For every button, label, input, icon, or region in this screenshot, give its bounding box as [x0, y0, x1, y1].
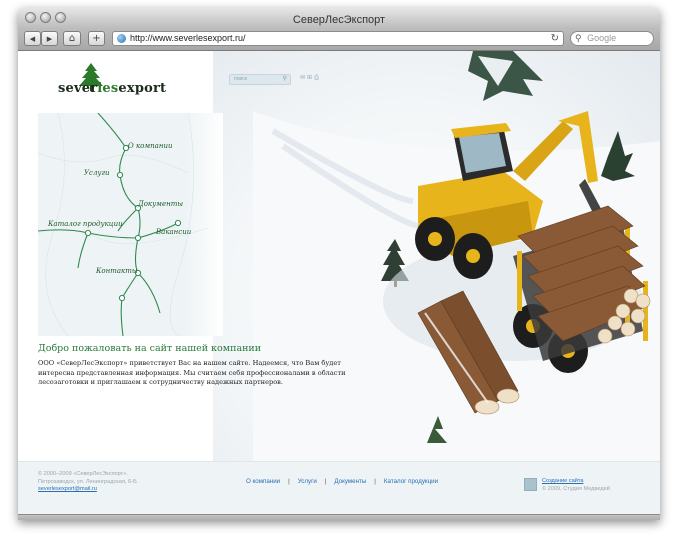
page-content: severlesexport поиск ⚲ ✉⊞⎙ О компании Ус… [18, 51, 660, 514]
status-bar [18, 514, 660, 520]
add-bookmark-button[interactable]: + [88, 31, 105, 46]
page-footer: © 2000–2009 «СеверЛесЭкспорт». Петрозаво… [18, 461, 660, 514]
map-link-services[interactable]: Услуги [84, 169, 110, 177]
footer-address: Петрозаводск, ул. Ленинградская, 6-Б [38, 478, 137, 485]
fir-tree-top [468, 51, 543, 101]
close-window-button[interactable] [25, 12, 36, 23]
footer-separator: | [288, 478, 290, 485]
logo-part-sever: sever [58, 81, 98, 96]
window-title: СеверЛесЭкспорт [292, 14, 386, 26]
sitemap-icon[interactable]: ⊞ [307, 74, 314, 81]
back-arrow-icon: ◀ [29, 35, 36, 43]
title-bar: СеверЛесЭкспорт [18, 8, 660, 28]
studio-credit: Создание сайта © 2009, Студия Медведей [542, 478, 610, 493]
footer-separator: | [374, 478, 376, 485]
browser-window: СеверЛесЭкспорт ◀ ▶ ⌂ + http://www.sever… [18, 8, 660, 520]
footer-link-documents[interactable]: Документы [334, 478, 366, 485]
home-icon: ⌂ [68, 33, 76, 44]
site-search-input[interactable]: поиск ⚲ [229, 74, 291, 85]
forward-button[interactable]: ▶ [41, 31, 58, 46]
logo-part-export: export [118, 81, 167, 96]
browser-toolbar: ◀ ▶ ⌂ + http://www.severlesexport.ru/ ↻ … [18, 28, 660, 51]
site-search-icon[interactable]: ⚲ [283, 75, 287, 84]
minimize-window-button[interactable] [40, 12, 51, 23]
browser-search-placeholder: Google [587, 33, 617, 43]
map-link-contacts[interactable]: Контакты [96, 267, 138, 275]
studio-link[interactable]: Создание сайта [542, 478, 610, 486]
search-icon: ⚲ [575, 33, 582, 43]
mail-icon[interactable]: ✉ [300, 74, 307, 81]
map-link-about[interactable]: О компании [128, 142, 172, 150]
studio-logo-icon[interactable] [524, 478, 537, 491]
site-tool-icons: ✉⊞⎙ [300, 74, 321, 82]
footer-nav: О компании | Услуги | Документы | Каталог прод… [246, 478, 438, 485]
hero-harvester-image [213, 51, 660, 461]
map-link-catalog[interactable]: Каталог продукции [48, 220, 123, 228]
harvester-illustration [253, 51, 660, 461]
back-button[interactable]: ◀ [24, 31, 41, 46]
url-text: http://www.severlesexport.ru/ [130, 33, 246, 43]
zoom-window-button[interactable] [55, 12, 66, 23]
welcome-heading: Добро пожаловать на сайт нашей компании [38, 343, 262, 354]
footer-link-catalog[interactable]: Каталог продукции [384, 478, 438, 485]
footer-separator: | [324, 478, 327, 485]
address-bar[interactable]: http://www.severlesexport.ru/ ↻ [112, 31, 564, 46]
studio-credit-text: © 2009, Студия Медведей [542, 485, 610, 492]
navigation-map: О компании Услуги Документы Каталог прод… [38, 113, 223, 336]
home-button[interactable]: ⌂ [63, 31, 81, 46]
browser-search-field[interactable]: ⚲ Google [570, 31, 654, 46]
logo-part-les: les [97, 81, 119, 96]
footer-link-about[interactable]: О компании [246, 478, 280, 485]
plus-icon: + [92, 33, 101, 44]
forward-arrow-icon: ▶ [46, 35, 53, 43]
map-link-vacancies[interactable]: Вакансии [156, 228, 191, 236]
globe-icon [117, 34, 126, 43]
footer-contacts: © 2000–2009 «СеверЛесЭкспорт». Петрозаво… [38, 471, 137, 494]
footer-link-services[interactable]: Услуги [298, 478, 317, 485]
map-link-documents[interactable]: Документы [138, 200, 183, 208]
footer-copyright: © 2000–2009 «СеверЛесЭкспорт». [38, 471, 128, 477]
welcome-paragraph: ООО «СеверЛесЭкспорт» приветствует Вас н… [38, 359, 346, 386]
footer-email-link[interactable]: severlesexport@mail.ru [38, 486, 97, 492]
reload-icon[interactable]: ↻ [551, 32, 559, 45]
site-search-placeholder: поиск [234, 76, 247, 82]
site-logo[interactable]: severlesexport [58, 81, 166, 96]
print-icon[interactable]: ⎙ [314, 74, 321, 81]
